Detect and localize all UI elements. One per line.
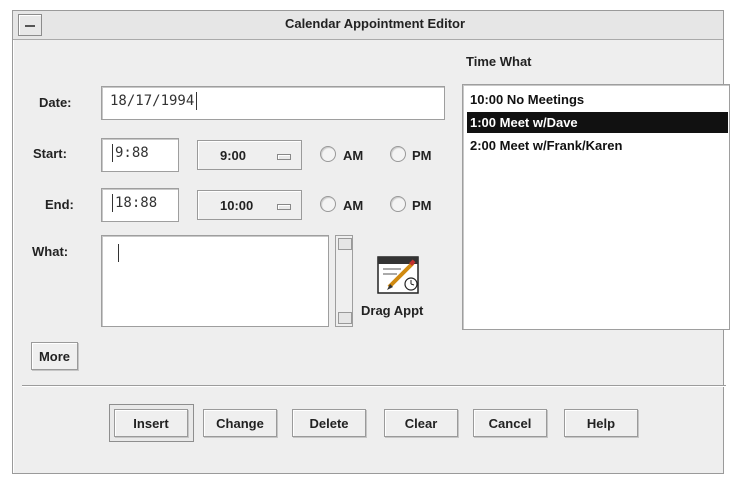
scroll-up-arrow-icon[interactable]	[338, 238, 352, 250]
end-am-label: AM	[343, 198, 364, 213]
clear-button[interactable]: Clear	[384, 409, 458, 437]
start-time-field[interactable]: 9:88	[101, 138, 179, 172]
end-pm-radio[interactable]	[390, 196, 406, 212]
separator	[22, 385, 726, 387]
start-pm-label: PM	[412, 148, 432, 163]
list-header-time: Time	[466, 54, 497, 69]
list-header-what: What	[499, 54, 532, 69]
start-pm-radio[interactable]	[390, 146, 406, 162]
start-time-menu-value: 9:00	[220, 148, 247, 163]
change-button[interactable]: Change	[203, 409, 277, 437]
date-value: 18/17/1994	[110, 93, 195, 109]
list-item[interactable]: 2:00 Meet w/Frank/Karen	[467, 135, 728, 156]
scroll-down-arrow-icon[interactable]	[338, 312, 352, 324]
what-label: What:	[32, 244, 69, 259]
end-label: End:	[45, 197, 74, 212]
end-time-menu-value: 10:00	[220, 198, 254, 213]
start-time-menu[interactable]: 9:00	[197, 140, 302, 170]
option-menu-indicator-icon	[277, 204, 291, 210]
more-button[interactable]: More	[31, 342, 78, 370]
what-scrollbar[interactable]	[335, 235, 353, 327]
text-cursor	[118, 244, 119, 262]
start-am-label: AM	[343, 148, 364, 163]
end-pm-label: PM	[412, 198, 432, 213]
end-time-menu[interactable]: 10:00	[197, 190, 302, 220]
text-cursor	[112, 144, 113, 162]
help-button[interactable]: Help	[564, 409, 638, 437]
drag-appointment-icon[interactable]	[375, 253, 423, 295]
what-text-area[interactable]	[101, 235, 329, 327]
start-time-value: 9:88	[115, 145, 149, 161]
end-time-value: 18:88	[115, 195, 158, 211]
date-label: Date:	[39, 95, 72, 110]
start-label: Start:	[33, 146, 67, 161]
end-am-radio[interactable]	[320, 196, 336, 212]
text-cursor	[112, 194, 113, 212]
drag-appointment-label: Drag Appt	[361, 303, 424, 318]
text-cursor	[196, 92, 198, 110]
list-item-selected[interactable]: 1:00 Meet w/Dave	[467, 112, 728, 133]
list-item[interactable]: 10:00 No Meetings	[467, 89, 728, 110]
end-time-field[interactable]: 18:88	[101, 188, 179, 222]
list-header: Time What	[466, 54, 532, 69]
cancel-button[interactable]: Cancel	[473, 409, 547, 437]
option-menu-indicator-icon	[277, 154, 291, 160]
insert-button[interactable]: Insert	[114, 409, 188, 437]
window-menu-button[interactable]	[18, 14, 42, 36]
date-field[interactable]: 18/17/1994	[101, 86, 445, 120]
delete-button[interactable]: Delete	[292, 409, 366, 437]
appointment-list[interactable]: 10:00 No Meetings 1:00 Meet w/Dave 2:00 …	[462, 84, 730, 330]
window-title: Calendar Appointment Editor	[284, 16, 466, 31]
start-am-radio[interactable]	[320, 146, 336, 162]
